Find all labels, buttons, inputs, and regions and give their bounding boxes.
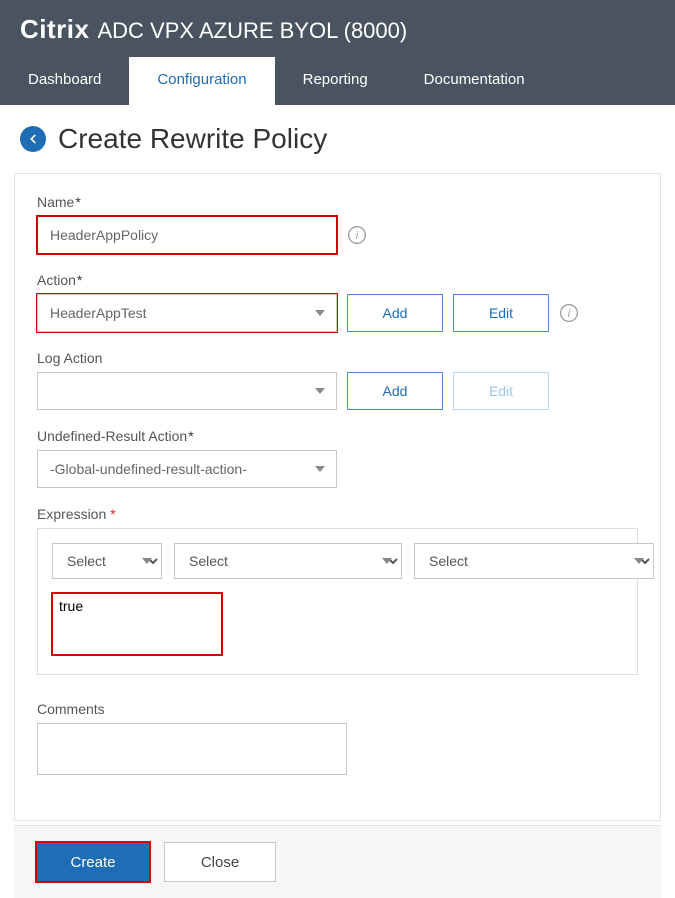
product-name: ADC VPX AZURE BYOL (8000) xyxy=(97,18,407,44)
header-bar: Citrix ADC VPX AZURE BYOL (8000) xyxy=(0,0,675,57)
tab-dashboard[interactable]: Dashboard xyxy=(0,57,129,105)
nav-tabs: Dashboard Configuration Reporting Docume… xyxy=(0,57,675,105)
tab-configuration[interactable]: Configuration xyxy=(129,57,274,105)
field-log-action: Log Action Add Edit xyxy=(37,350,638,410)
add-action-button[interactable]: Add xyxy=(347,294,443,332)
form-footer: Create Close xyxy=(14,825,661,898)
close-button[interactable]: Close xyxy=(164,842,276,882)
expr-select-2[interactable]: Select xyxy=(174,543,402,579)
expression-builder: Select Select Select true xyxy=(37,528,638,675)
info-icon[interactable]: i xyxy=(347,225,367,245)
field-expression: Expression Select Select Select true xyxy=(37,506,638,675)
field-undefined-result: Undefined-Result Action -Global-undefine… xyxy=(37,428,638,488)
create-button[interactable]: Create xyxy=(36,842,150,882)
edit-log-action-button: Edit xyxy=(453,372,549,410)
undefined-result-select[interactable]: -Global-undefined-result-action- xyxy=(37,450,337,488)
arrow-left-icon xyxy=(26,132,40,146)
comments-textarea[interactable] xyxy=(37,723,347,775)
brand-logo: Citrix xyxy=(20,14,89,45)
field-comments: Comments xyxy=(37,701,638,780)
svg-text:i: i xyxy=(568,308,571,320)
log-action-select[interactable] xyxy=(37,372,337,410)
action-select[interactable]: HeaderAppTest xyxy=(37,294,337,332)
label-action: Action xyxy=(37,272,638,288)
tab-documentation[interactable]: Documentation xyxy=(396,57,553,105)
page-body: Create Rewrite Policy Name i Action Head… xyxy=(0,105,675,898)
edit-action-button[interactable]: Edit xyxy=(453,294,549,332)
form-card: Name i Action HeaderAppTest Add Edit i L… xyxy=(14,173,661,821)
page-title: Create Rewrite Policy xyxy=(58,123,327,155)
label-name: Name xyxy=(37,194,638,210)
field-action: Action HeaderAppTest Add Edit i xyxy=(37,272,638,332)
field-name: Name i xyxy=(37,194,638,254)
label-expression: Expression xyxy=(37,506,638,522)
page-header: Create Rewrite Policy xyxy=(10,105,665,173)
add-log-action-button[interactable]: Add xyxy=(347,372,443,410)
info-icon[interactable]: i xyxy=(559,303,579,323)
label-log-action: Log Action xyxy=(37,350,638,366)
expr-select-3[interactable]: Select xyxy=(414,543,654,579)
label-comments: Comments xyxy=(37,701,638,717)
expression-textarea[interactable]: true xyxy=(52,593,222,655)
back-button[interactable] xyxy=(20,126,46,152)
name-input[interactable] xyxy=(37,216,337,254)
label-undefined-result: Undefined-Result Action xyxy=(37,428,638,444)
svg-text:i: i xyxy=(356,230,359,242)
tab-reporting[interactable]: Reporting xyxy=(275,57,396,105)
expr-select-1[interactable]: Select xyxy=(52,543,162,579)
